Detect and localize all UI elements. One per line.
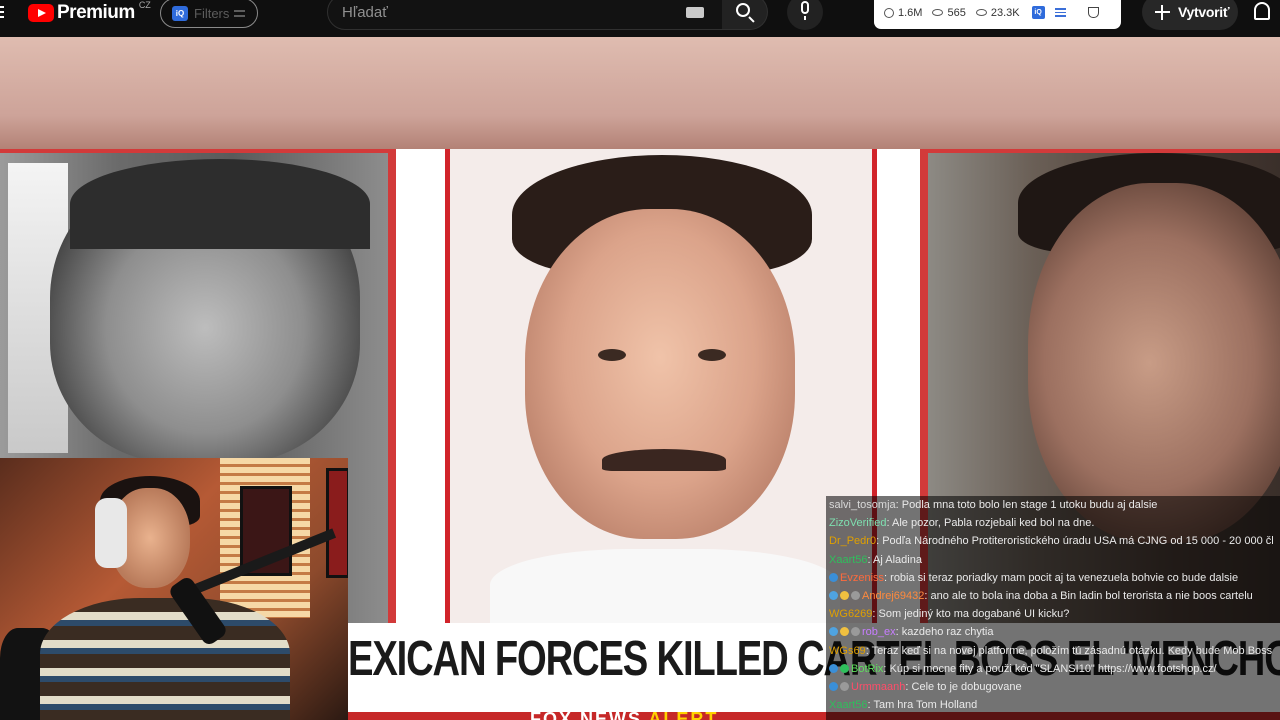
chat-badge-icon [840, 681, 849, 691]
iq-icon[interactable]: iQ [1031, 6, 1045, 19]
chat-text: Kúp si mocne fity a použi kód "SLANSI10"… [889, 662, 1217, 675]
chat-message: salvi_tosomja: Podla mna toto bolo len s… [826, 496, 1280, 514]
headphones [95, 498, 127, 568]
chat-message: Andrej69432: ano ale to bola ina doba a … [826, 587, 1280, 605]
search-button[interactable] [722, 0, 768, 30]
streamer-body [40, 598, 290, 720]
chat-username[interactable]: ZizoVerified [829, 517, 886, 529]
chat-badge-icon [829, 627, 838, 637]
chat-username[interactable]: Dr_Pedr0 [829, 535, 876, 547]
chat-text: kazdeho raz chytia [901, 626, 994, 639]
breaking-suffix: ALERT [648, 709, 719, 720]
iq-icon: iQ [172, 5, 188, 21]
chat-text: Tam hra Tom Holland [873, 699, 978, 712]
chat-text: Ale pozor, Pabla rozjebali ked bol na dn… [892, 517, 1095, 530]
logo-text: Premium [57, 2, 135, 23]
chat-username[interactable]: salvi_tosomja [829, 499, 896, 511]
face-right [1028, 183, 1280, 543]
chat-message: WGs69: Teraz keď si na novej platforme, … [826, 642, 1280, 660]
create-label: Vytvoriť [1178, 4, 1230, 20]
chat-badge-icon [829, 590, 838, 600]
chat-message: Evzeniss: robia si teraz poriadky mam po… [826, 569, 1280, 587]
video-background-band [0, 37, 1280, 149]
chat-badge-icon [840, 663, 849, 673]
chat-text: Podla mna toto bolo len stage 1 utoku bu… [901, 499, 1158, 511]
views-stat-a: 565 [932, 6, 966, 19]
eye-right [698, 349, 726, 361]
chat-username[interactable]: Urmmaanh [851, 681, 905, 693]
subscribers-count: 1.6M [898, 6, 923, 19]
mustache [602, 449, 726, 471]
chat-username[interactable]: Evzeniss [840, 572, 884, 584]
chat-message: Xaart56: Aj Aladina [826, 551, 1280, 569]
webcam-poster-2 [326, 468, 348, 578]
logo-country-code: CZ [138, 0, 151, 10]
chat-message: rob_ex: kazdeho raz chytia [826, 623, 1280, 641]
search-input[interactable] [342, 3, 662, 21]
chat-text: ano ale to bola ina doba a Bin ladin bol… [930, 589, 1253, 602]
chat-username[interactable]: rob_ex [862, 626, 896, 638]
search-box [327, 0, 723, 30]
subscribers-stat: 1.6M [884, 7, 922, 19]
chat-badge-icon [840, 590, 849, 600]
chat-message: Urmmaanh: Cele to je dobugovane [826, 678, 1280, 696]
chat-badge-icon [840, 627, 849, 637]
voice-search-button[interactable] [787, 0, 823, 30]
streamer-webcam [0, 458, 348, 720]
chat-badge-icon [829, 572, 838, 582]
filters-label: Filters [194, 5, 230, 21]
views-count-a: 565 [947, 6, 966, 19]
chat-message: ZizoVerified: Ale pozor, Pabla rozjebali… [826, 514, 1280, 532]
chat-username[interactable]: Andrej69432 [862, 590, 924, 602]
chat-username[interactable]: Xaart56 [829, 554, 868, 566]
chat-text: Podľa Národného Protiteroristického úrad… [882, 535, 1274, 548]
plus-icon [1155, 4, 1170, 20]
chat-text: robia si teraz poriadky mam pocit aj ta … [890, 571, 1239, 584]
chat-username[interactable]: WG6269 [829, 608, 872, 620]
bell-icon[interactable] [1254, 2, 1270, 20]
filters-button[interactable]: iQ Filters [160, 0, 258, 28]
chat-message: Dr_Pedr0: Podľa Národného Protiteroristi… [826, 532, 1280, 550]
channel-stats-panel: 1.6M 565 23.3K iQ [874, 0, 1121, 29]
mugshot-center [445, 149, 877, 639]
chat-badge-icon [851, 590, 860, 600]
youtube-logo[interactable]: Premium CZ [28, 0, 151, 24]
youtube-play-icon [28, 4, 54, 22]
breaking-prefix: FOX NEWS [530, 709, 649, 720]
chat-message: WG6269: Som jediný kto ma dogabané UI ki… [826, 605, 1280, 623]
mic-stand [804, 16, 806, 20]
eye-icon [975, 9, 987, 16]
chat-message: Xaart56: Tam hra Tom Holland [826, 696, 1280, 714]
keyboard-icon[interactable] [686, 7, 704, 18]
views-count-b: 23.3K [990, 6, 1020, 19]
chat-username[interactable]: Xaart56 [829, 699, 868, 711]
sliders-icon [234, 9, 246, 18]
eye-left [598, 349, 626, 361]
search-icon [736, 3, 750, 17]
chat-text: Teraz keď si na novej platforme, položím… [871, 644, 1273, 657]
views-stat-b: 23.3K [975, 6, 1020, 19]
chat-username[interactable]: WGs69 [829, 645, 866, 657]
chat-username[interactable]: BotRix [851, 663, 883, 675]
chat-message: BotRix: Kúp si mocne fity a použi kód "S… [826, 660, 1280, 678]
breaking-news-label: FOX NEWS ALERT [530, 709, 718, 720]
menu-icon[interactable] [0, 6, 8, 20]
chat-badge-icon [829, 681, 838, 691]
list-icon[interactable] [1054, 8, 1066, 17]
eye-icon [932, 9, 944, 16]
face-center [525, 209, 795, 539]
top-bar: Premium CZ iQ Filters 1.6M 565 23.3K iQ [0, 0, 1280, 36]
hair-left [70, 159, 370, 249]
chat-overlay: salvi_tosomja: Podla mna toto bolo len s… [826, 496, 1280, 720]
create-button[interactable]: Vytvoriť [1142, 0, 1238, 30]
subscribers-icon [884, 7, 894, 18]
chat-badge-icon [829, 663, 838, 673]
mic-icon [801, 1, 809, 14]
trophy-icon[interactable] [1087, 7, 1099, 18]
chat-badge-icon [851, 627, 860, 637]
chat-text: Aj Aladina [873, 553, 922, 566]
chat-text: Som jediný kto ma dogabané UI kicku? [878, 608, 1070, 621]
chat-text: Cele to je dobugovane [911, 680, 1022, 693]
